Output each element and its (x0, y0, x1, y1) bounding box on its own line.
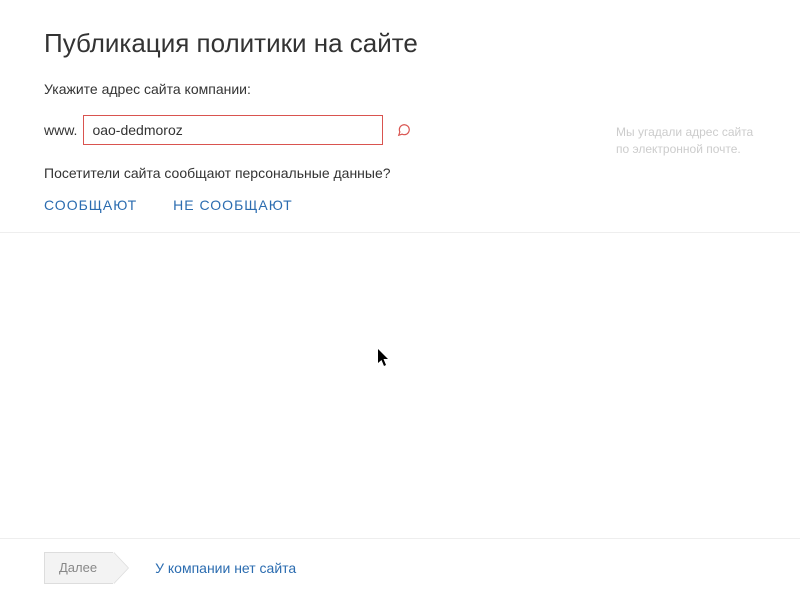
action-row: СООБЩАЮТ НЕ СООБЩАЮТ (44, 197, 756, 213)
cursor-icon (378, 349, 392, 372)
personal-data-question: Посетители сайта сообщают персональные д… (44, 165, 756, 181)
site-address-prompt: Укажите адрес сайта компании: (44, 81, 756, 97)
page-title: Публикация политики на сайте (44, 28, 756, 59)
www-prefix-label: www. (44, 122, 77, 138)
next-button-label: Далее (59, 560, 97, 575)
hint-text: Мы угадали адрес сайта по электронной по… (616, 124, 756, 158)
answer-no-button[interactable]: НЕ СООБЩАЮТ (173, 197, 292, 213)
answer-yes-button[interactable]: СООБЩАЮТ (44, 197, 137, 213)
next-button[interactable]: Далее (44, 552, 113, 584)
footer-bar: Далее У компании нет сайта (0, 538, 800, 596)
site-address-input[interactable] (83, 115, 383, 145)
section-divider (0, 232, 800, 233)
comment-icon[interactable] (397, 123, 411, 137)
no-site-link[interactable]: У компании нет сайта (155, 560, 296, 576)
